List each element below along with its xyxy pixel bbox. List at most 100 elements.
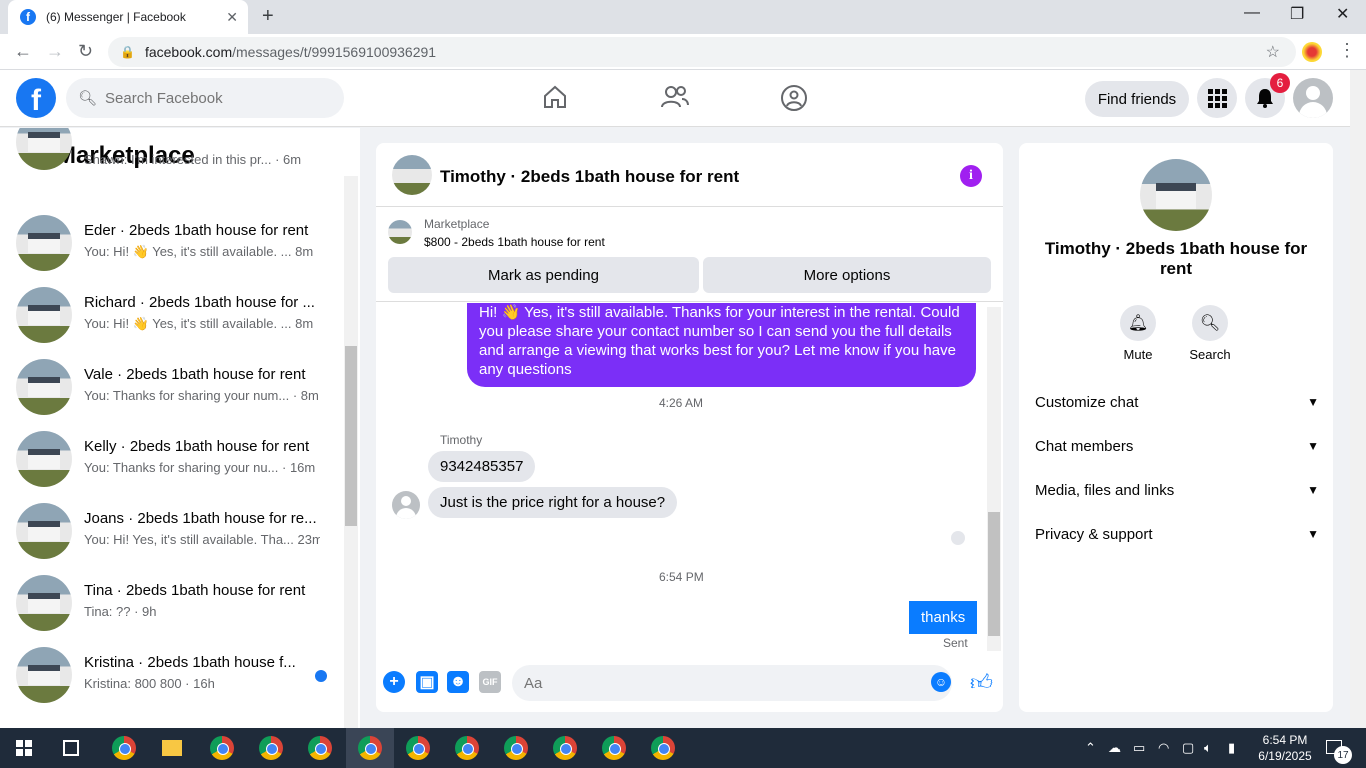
chat-avatar[interactable]: [392, 155, 432, 195]
browser-menu-icon[interactable]: ⋮: [1338, 40, 1356, 61]
sticker-icon[interactable]: ☻: [447, 671, 469, 693]
message-composer: + ▣ ☻ GIF ☺ 👍︎: [376, 659, 1003, 705]
find-friends-button[interactable]: Find friends: [1085, 81, 1189, 117]
emoji-icon[interactable]: ☺: [931, 672, 951, 692]
listing-thumbnail: [16, 503, 72, 559]
scrollbar-thumb[interactable]: [988, 512, 1000, 636]
restore-icon[interactable]: ❐: [1290, 4, 1304, 24]
details-title: Timothy · 2beds 1bath house for rent: [1044, 239, 1308, 278]
extension-icon[interactable]: [1302, 42, 1322, 62]
wifi-icon[interactable]: ◠: [1158, 740, 1169, 756]
conversation-item[interactable]: Shawn: I'm interested in this pr... · 6m: [16, 128, 326, 202]
browser-tabbar: f (6) Messenger | Facebook ✕ + — ❐ ✕: [0, 0, 1366, 34]
listing-price-title[interactable]: $800 - 2beds 1bath house for rent: [424, 235, 605, 249]
outgoing-message[interactable]: thanks: [909, 601, 978, 634]
forward-icon[interactable]: →: [46, 41, 64, 62]
facebook-logo-icon[interactable]: f: [16, 78, 56, 118]
chat-title[interactable]: Timothy · 2beds 1bath house for rent: [440, 167, 739, 187]
conversation-item[interactable]: Vale · 2beds 1bath house for rent You: Th…: [16, 356, 326, 418]
conversation-name: Eder · 2beds 1bath house for rent: [84, 222, 309, 239]
chrome-icon[interactable]: [358, 736, 382, 760]
close-window-icon[interactable]: ✕: [1336, 4, 1349, 24]
back-icon[interactable]: ←: [14, 41, 32, 62]
scrollbar-thumb[interactable]: [345, 346, 357, 526]
bookmark-star-icon[interactable]: ☆: [1266, 42, 1280, 62]
search-conversation-button[interactable]: 🔍︎ Search: [1180, 305, 1240, 362]
task-view-icon[interactable]: [63, 740, 79, 756]
sent-status: Sent: [943, 636, 968, 650]
menu-grid-icon[interactable]: [1197, 78, 1237, 118]
tab-title: (6) Messenger | Facebook: [46, 10, 186, 24]
chat-members-row[interactable]: Chat members ▼: [1035, 424, 1319, 468]
listing-thumbnail: [16, 128, 72, 170]
conversation-scrollbar[interactable]: [344, 176, 358, 728]
chrome-icon[interactable]: [308, 736, 332, 760]
timestamp: 6:54 PM: [659, 570, 704, 584]
chat-scrollbar[interactable]: [987, 307, 1001, 651]
browser-tab[interactable]: f (6) Messenger | Facebook ✕: [8, 0, 248, 34]
clock-date: 6/19/2025: [1258, 749, 1312, 763]
url-path: /messages/t/9991569100936291: [232, 44, 437, 60]
network-icon[interactable]: ▮: [1228, 740, 1235, 756]
chrome-icon[interactable]: [553, 736, 577, 760]
conversation-item[interactable]: Eder · 2beds 1bath house for rent You: Hi…: [16, 212, 326, 274]
chrome-icon[interactable]: [602, 736, 626, 760]
customize-chat-row[interactable]: Customize chat ▼: [1035, 380, 1319, 424]
battery-icon[interactable]: ▭: [1133, 740, 1145, 756]
media-files-links-row[interactable]: Media, files and links ▼: [1035, 468, 1319, 512]
conversation-item[interactable]: Richard · 2beds 1bath house for ... You: …: [16, 284, 326, 346]
conversation-name: Tina · 2beds 1bath house for rent: [84, 582, 306, 599]
system-clock[interactable]: 6:54 PM 6/19/2025: [1252, 732, 1318, 764]
privacy-support-row[interactable]: Privacy & support ▼: [1035, 512, 1319, 556]
conversation-item[interactable]: Joans · 2beds 1bath house for re... You: …: [16, 500, 326, 562]
search-input[interactable]: [105, 89, 326, 107]
conversation-item[interactable]: Tina · 2beds 1bath house for rent Tina: ?…: [16, 572, 326, 634]
row-label: Media, files and links: [1035, 481, 1175, 499]
sender-avatar[interactable]: [392, 491, 420, 519]
thumbs-up-icon[interactable]: 👍︎: [970, 669, 993, 696]
incoming-message[interactable]: Just is the price right for a house?: [428, 487, 678, 518]
clock-time: 6:54 PM: [1262, 733, 1308, 747]
mark-as-pending-button[interactable]: Mark as pending: [388, 257, 699, 293]
outgoing-message[interactable]: Hi! 👋 Yes, it's still available. Thanks …: [467, 303, 976, 387]
windows-start-icon[interactable]: [16, 740, 32, 756]
chrome-icon[interactable]: [406, 736, 430, 760]
reload-icon[interactable]: ↻: [78, 41, 93, 62]
groups-icon[interactable]: [779, 84, 809, 114]
chrome-icon[interactable]: [455, 736, 479, 760]
account-avatar[interactable]: [1293, 78, 1333, 118]
minimize-icon[interactable]: —: [1244, 4, 1260, 22]
incoming-message[interactable]: 9342485357: [428, 451, 536, 482]
plus-icon[interactable]: +: [383, 671, 405, 693]
chat-header: Timothy · 2beds 1bath house for rent i: [376, 143, 1003, 207]
info-icon[interactable]: i: [960, 165, 982, 187]
chevron-up-icon[interactable]: ⌃: [1085, 740, 1096, 756]
more-options-button[interactable]: More options: [703, 257, 991, 293]
search-box[interactable]: 🔍︎: [66, 78, 344, 118]
chat-panel: Timothy · 2beds 1bath house for rent i M…: [376, 143, 1003, 712]
listing-thumbnail[interactable]: [388, 220, 412, 244]
chrome-icon[interactable]: [210, 736, 234, 760]
photo-icon[interactable]: ▣: [416, 671, 438, 693]
onedrive-icon[interactable]: ☁: [1108, 740, 1121, 756]
gif-icon[interactable]: GIF: [479, 671, 501, 693]
volume-icon[interactable]: 🔈︎: [1204, 740, 1212, 756]
close-tab-icon[interactable]: ✕: [226, 9, 238, 26]
chrome-icon[interactable]: [112, 736, 136, 760]
notification-count-badge: 17: [1334, 746, 1352, 764]
home-icon[interactable]: [540, 84, 570, 114]
mute-button[interactable]: 🔔︎ Mute: [1108, 305, 1168, 362]
message-input[interactable]: [512, 665, 952, 701]
chrome-icon[interactable]: [259, 736, 283, 760]
display-icon[interactable]: ▢: [1182, 740, 1194, 756]
listing-avatar[interactable]: [1140, 159, 1212, 231]
file-explorer-icon[interactable]: [162, 740, 182, 756]
url-field[interactable]: 🔒 facebook.com/messages/t/99915691009362…: [108, 37, 1296, 67]
chrome-icon[interactable]: [504, 736, 528, 760]
conversation-item[interactable]: Kelly · 2beds 1bath house for rent You: T…: [16, 428, 326, 490]
new-tab-icon[interactable]: +: [262, 5, 274, 28]
chrome-icon[interactable]: [651, 736, 675, 760]
page-scrollbar[interactable]: [1350, 70, 1366, 728]
conversation-item[interactable]: Kristina · 2beds 1bath house f... Kristin…: [16, 644, 327, 706]
friends-icon[interactable]: [660, 84, 690, 114]
